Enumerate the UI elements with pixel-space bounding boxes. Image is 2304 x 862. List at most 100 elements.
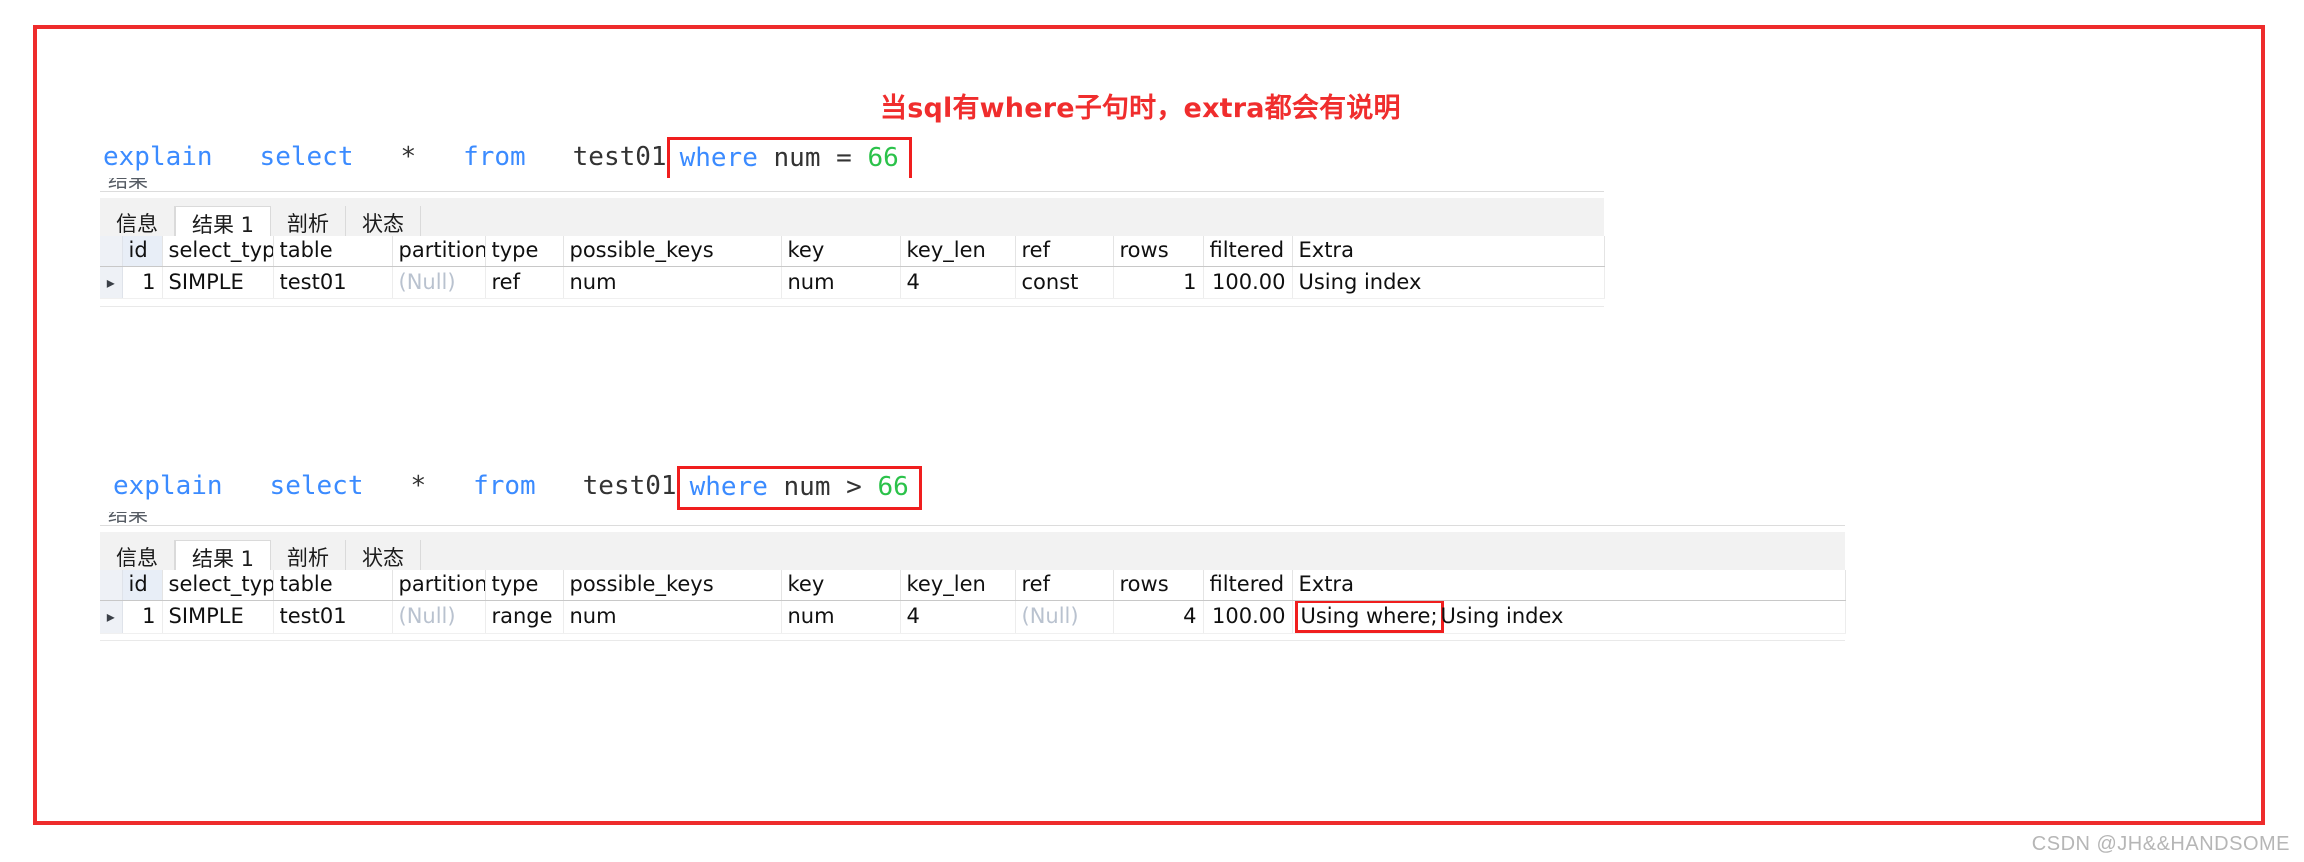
column-header-key-len[interactable]: key_len xyxy=(900,236,1016,267)
cell-extra: Using index xyxy=(1292,266,1605,299)
result-tabbar-2: 信息 结果 1 剖析 状态 xyxy=(100,532,1845,571)
column-header-select-type[interactable]: select_type xyxy=(162,570,274,601)
column-header-extra[interactable]: Extra xyxy=(1292,570,1846,601)
explain-result-grid-2: id select_type table partitions type pos… xyxy=(100,570,1846,634)
column-header-key-len[interactable]: key_len xyxy=(900,570,1016,601)
sql-table-name: test01 xyxy=(572,142,667,172)
column-header-type[interactable]: type xyxy=(485,570,564,601)
column-header-filtered[interactable]: filtered xyxy=(1203,570,1293,601)
column-header-ref[interactable]: ref xyxy=(1015,570,1114,601)
cell-table: test01 xyxy=(273,600,393,634)
grid-header-row: id select_type table partitions type pos… xyxy=(100,570,1846,601)
column-header-filtered[interactable]: filtered xyxy=(1203,236,1293,267)
cell-type: range xyxy=(485,600,564,634)
tab-status-2[interactable]: 状态 xyxy=(346,540,422,570)
row-marker-icon: ▸ xyxy=(100,266,123,299)
cell-rows: 1 xyxy=(1113,266,1204,299)
column-header-id[interactable]: id xyxy=(122,236,163,267)
table-row[interactable]: ▸ 1 SIMPLE test01 (Null) range num num 4… xyxy=(100,600,1846,634)
cell-id: 1 xyxy=(122,600,163,634)
sql-keyword-select: select xyxy=(259,142,354,172)
column-header-partitions[interactable]: partitions xyxy=(392,570,486,601)
sql-where-operator: > xyxy=(846,472,862,502)
cell-filtered: 100.00 xyxy=(1203,266,1293,299)
grid-bottom-rule-2 xyxy=(100,640,1845,641)
cell-extra-rest: Using index xyxy=(1298,269,1422,294)
cell-ref: const xyxy=(1015,266,1114,299)
column-header-rows[interactable]: rows xyxy=(1113,236,1204,267)
sql-keyword-from: from xyxy=(473,471,536,501)
where-clause-highlight-1: where num = 66 xyxy=(666,137,912,181)
cell-rows: 4 xyxy=(1113,600,1204,634)
cell-select-type: SIMPLE xyxy=(162,266,274,299)
sql-where-operator: = xyxy=(836,143,852,173)
cell-key: num xyxy=(781,600,901,634)
column-header-table[interactable]: table xyxy=(273,570,393,601)
column-header-rows[interactable]: rows xyxy=(1113,570,1204,601)
tab-result-2[interactable]: 结果 1 xyxy=(175,540,272,571)
tab-profile-1[interactable]: 剖析 xyxy=(271,206,347,236)
cell-type: ref xyxy=(485,266,564,299)
row-marker-header xyxy=(100,236,123,267)
cell-extra-rest: Using index xyxy=(1440,603,1564,628)
column-header-id[interactable]: id xyxy=(122,570,163,601)
column-header-possible-keys[interactable]: possible_keys xyxy=(563,570,782,601)
clipped-text-2: 结果 xyxy=(108,512,148,525)
grid-header-row: id select_type table partitions type pos… xyxy=(100,236,1605,267)
tab-info-1[interactable]: 信息 xyxy=(100,206,175,236)
sql-keyword-where: where xyxy=(679,143,758,173)
where-clause-highlight-2: where num > 66 xyxy=(676,466,922,510)
result-panel-2: 结果 信息 结果 1 剖析 状态 id select_type table pa… xyxy=(100,512,1846,652)
table-row[interactable]: ▸ 1 SIMPLE test01 (Null) ref num num 4 c… xyxy=(100,266,1605,299)
result-panel-1: 结果 信息 结果 1 剖析 状态 id select_type table pa… xyxy=(100,178,1605,313)
cell-possible-keys: num xyxy=(563,266,782,299)
sql-keyword-from: from xyxy=(463,142,526,172)
sql-star: * xyxy=(410,471,427,501)
extra-using-where-highlight: Using where; xyxy=(1294,600,1444,632)
column-header-partitions[interactable]: partitions xyxy=(392,236,486,267)
column-header-ref[interactable]: ref xyxy=(1015,236,1114,267)
column-header-type[interactable]: type xyxy=(485,236,564,267)
panel-divider-1 xyxy=(100,191,1604,192)
sql-where-column: num xyxy=(773,143,821,173)
sql-keyword-explain: explain xyxy=(103,142,213,172)
sql-keyword-select: select xyxy=(269,471,364,501)
cell-possible-keys: num xyxy=(563,600,782,634)
cell-key-len: 4 xyxy=(900,266,1016,299)
tabbar-filler-2 xyxy=(421,540,1845,570)
sql-keyword-where: where xyxy=(689,472,768,502)
explain-result-grid-1: id select_type table partitions type pos… xyxy=(100,236,1605,299)
column-header-table[interactable]: table xyxy=(273,236,393,267)
sql-statement-2[interactable]: explain select * from test01 where num > … xyxy=(113,465,922,510)
column-header-possible-keys[interactable]: possible_keys xyxy=(563,236,782,267)
sql-where-value: 66 xyxy=(867,143,899,173)
cell-extra: Using where; Using index xyxy=(1292,600,1846,634)
sql-statement-1[interactable]: explain select * from test01 where num = … xyxy=(103,136,912,181)
result-tabbar-1: 信息 结果 1 剖析 状态 xyxy=(100,198,1604,237)
sql-table-name: test01 xyxy=(582,471,677,501)
column-header-extra[interactable]: Extra xyxy=(1292,236,1605,267)
tab-status-1[interactable]: 状态 xyxy=(346,206,422,236)
row-marker-icon: ▸ xyxy=(100,600,123,634)
column-header-key[interactable]: key xyxy=(781,236,901,267)
cell-id: 1 xyxy=(122,266,163,299)
cell-partitions: (Null) xyxy=(392,266,486,299)
annotation-title: 当sql有where子句时，extra都会有说明 xyxy=(880,93,1401,124)
sql-where-column: num xyxy=(783,472,831,502)
cell-partitions: (Null) xyxy=(392,600,486,634)
cell-key: num xyxy=(781,266,901,299)
tab-info-2[interactable]: 信息 xyxy=(100,540,175,570)
sql-star: * xyxy=(400,142,417,172)
tab-result-1[interactable]: 结果 1 xyxy=(175,206,272,237)
clipped-text-1: 结果 xyxy=(108,178,148,191)
tab-profile-2[interactable]: 剖析 xyxy=(271,540,347,570)
sql-keyword-explain: explain xyxy=(113,471,223,501)
column-header-select-type[interactable]: select_type xyxy=(162,236,274,267)
cell-filtered: 100.00 xyxy=(1203,600,1293,634)
tabbar-filler-1 xyxy=(421,206,1604,236)
row-marker-header xyxy=(100,570,123,601)
watermark: CSDN @JH&&HANDSOME xyxy=(2031,833,2290,855)
cell-key-len: 4 xyxy=(900,600,1016,634)
column-header-key[interactable]: key xyxy=(781,570,901,601)
cell-select-type: SIMPLE xyxy=(162,600,274,634)
